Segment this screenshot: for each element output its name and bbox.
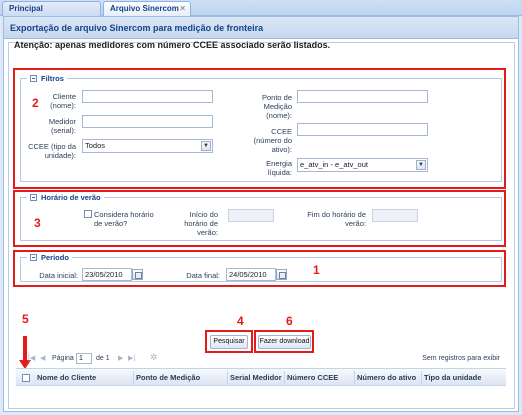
next-page-icon[interactable]: ▶ (118, 354, 123, 362)
first-page-icon[interactable]: |◀ (28, 354, 35, 362)
page-label: Página (52, 355, 74, 362)
energia-liquida-label: Energia líquida: (266, 159, 292, 177)
refresh-icon[interactable]: ✲ (150, 352, 158, 363)
data-final-label: Data final: (186, 271, 220, 280)
column-numero-ccee[interactable]: Número CCEE (287, 373, 338, 382)
column-tipo-unidade[interactable]: Tipo da unidade (424, 373, 481, 382)
cliente-label: Cliente (nome): (50, 92, 76, 110)
column-serial-medidor[interactable]: Serial Medidor (230, 373, 282, 382)
pesquisar-button[interactable]: Pesquisar (210, 335, 248, 349)
filtros-legend: Filtros (27, 74, 67, 83)
tab-principal[interactable]: Principal (2, 1, 101, 16)
tab-bar: Principal Arquivo Sinercom ✕ (0, 0, 522, 16)
annotation-number-4: 4 (237, 314, 244, 328)
grid-header: Nome do Cliente Ponto de Medição Serial … (16, 368, 506, 386)
data-final-input[interactable]: 24/05/2010 (226, 268, 276, 281)
calendar-icon[interactable] (276, 269, 287, 280)
page-number-input[interactable]: 1 (76, 353, 92, 364)
inicio-horario-input[interactable] (228, 209, 274, 222)
medidor-label: Medidor (serial): (48, 117, 76, 135)
ccee-numero-input[interactable] (297, 123, 428, 136)
column-ponto-medicao[interactable]: Ponto de Medição (136, 373, 200, 382)
ccee-tipo-label: CCEE (tipo da unidade): (28, 142, 76, 160)
fim-horario-label: Fim do horário de verão: (307, 210, 366, 228)
column-numero-ativo[interactable]: Número do ativo (357, 373, 416, 382)
annotation-number-3: 3 (34, 216, 41, 230)
fazer-download-button[interactable]: Fazer download (258, 335, 311, 349)
last-page-icon[interactable]: ▶| (128, 354, 135, 362)
attention-message: Atenção: apenas medidores com número CCE… (14, 40, 331, 50)
chevron-down-icon[interactable]: ▼ (416, 160, 426, 170)
horario-verao-legend: Horário de verão (27, 193, 104, 202)
close-icon[interactable]: ✕ (179, 2, 186, 15)
periodo-legend: Período (27, 253, 72, 262)
panel-title: Exportação de arquivo Sinercom para medi… (4, 17, 518, 39)
energia-liquida-select[interactable]: e_atv_in - e_atv_out ▼ (297, 158, 428, 172)
annotation-number-6: 6 (286, 314, 293, 328)
annotation-number-5: 5 (22, 312, 29, 326)
paging-status: Sem registros para exibir (422, 355, 500, 362)
ccee-tipo-select[interactable]: Todos ▼ (82, 139, 213, 153)
considera-horario-label: Considera horário de verão? (94, 210, 154, 228)
fim-horario-input[interactable] (372, 209, 418, 222)
data-inicial-input[interactable]: 23/05/2010 (82, 268, 132, 281)
select-all-checkbox[interactable] (22, 374, 30, 382)
collapse-icon[interactable] (30, 75, 37, 82)
considera-horario-checkbox[interactable] (84, 210, 92, 218)
data-inicial-label: Data inicial: (39, 271, 78, 280)
chevron-down-icon[interactable]: ▼ (201, 141, 211, 151)
prev-page-icon[interactable]: ◀ (40, 354, 45, 362)
ccee-numero-label: CCEE (número do ativo): (253, 127, 292, 154)
annotation-number-1: 1 (313, 263, 320, 277)
ponto-medicao-label: Ponto de Medição (nome): (261, 93, 292, 120)
inicio-horario-label: Início do horário de verão: (184, 210, 218, 237)
collapse-icon[interactable] (30, 254, 37, 261)
pagination-toolbar: |◀ ◀ Página 1 de 1 ▶ ▶| ✲ Sem registros … (16, 352, 500, 366)
calendar-icon[interactable] (132, 269, 143, 280)
ponto-medicao-input[interactable] (297, 90, 428, 103)
collapse-icon[interactable] (30, 194, 37, 201)
cliente-input[interactable] (82, 90, 213, 103)
page-count: de 1 (96, 355, 110, 362)
medidor-input[interactable] (82, 115, 213, 128)
tab-arquivo-sinercom[interactable]: Arquivo Sinercom ✕ (103, 1, 191, 16)
column-nome-cliente[interactable]: Nome do Cliente (37, 373, 96, 382)
